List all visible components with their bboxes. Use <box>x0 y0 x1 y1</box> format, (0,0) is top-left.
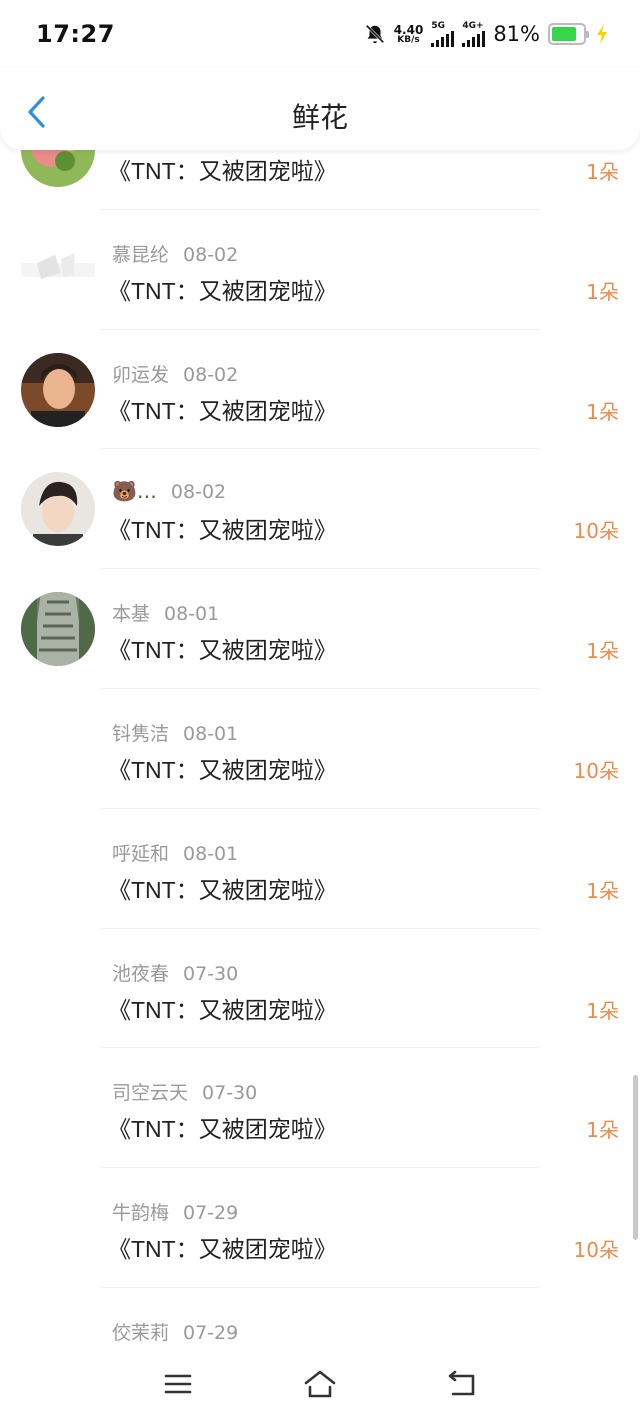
book-title: 《TNT：又被团宠啦》 <box>108 996 337 1023</box>
book-title: 《TNT：又被团宠啦》 <box>108 158 337 184</box>
signal-sim1: 5G <box>431 20 455 47</box>
avatar[interactable] <box>21 472 95 547</box>
item-date: 08-01 <box>183 722 239 745</box>
system-nav-bar <box>0 1352 640 1422</box>
flower-amount: 1朵 <box>586 279 619 304</box>
menu-icon <box>164 1374 192 1394</box>
back-icon <box>448 1370 475 1396</box>
charging-bolt-icon <box>597 24 607 44</box>
item-meta: 慕昆纶 08-02 <box>112 240 238 267</box>
item-meta: 钭隽洁 08-01 <box>112 719 238 746</box>
battery-percent: 81% <box>493 22 540 46</box>
flower-amount: 10朵 <box>573 519 619 544</box>
list-item[interactable]: 慕昆纶 08-02 《TNT：又被团宠啦》 1朵 <box>0 210 640 330</box>
network-speed-value: 4.40 <box>393 22 424 37</box>
status-time: 17:27 <box>36 20 115 48</box>
item-meta: 本基 08-01 <box>112 599 219 626</box>
item-meta: 牛韵梅 07-29 <box>112 1198 238 1225</box>
user-name: 牛韵梅 <box>112 1202 170 1225</box>
user-name: 呼延和 <box>112 842 170 865</box>
avatar[interactable] <box>21 352 95 427</box>
signal-sim2: 4G+ <box>462 20 486 47</box>
item-meta: 呼延和 08-01 <box>112 839 238 866</box>
list-item[interactable]: 呼延和 08-01 《TNT：又被团宠啦》 1朵 <box>0 809 640 929</box>
flower-amount: 1朵 <box>586 639 619 664</box>
book-title: 《TNT：又被团宠啦》 <box>108 277 337 304</box>
user-name: 🐻… <box>112 479 157 504</box>
flower-amount: 1朵 <box>586 399 619 424</box>
item-date: 07-30 <box>183 962 239 985</box>
user-name: 钭隽洁 <box>112 722 170 745</box>
item-meta: 池夜春 07-30 <box>112 959 238 986</box>
flower-list: 《TNT：又被团宠啦》 1朵 慕昆纶 08-02 《TNT：又被团宠啦》 1朵 <box>0 90 640 1408</box>
app-header: 鲜花 <box>0 68 640 150</box>
sim2-tag: 4G+ <box>462 20 484 31</box>
user-name: 卯运发 <box>112 363 170 386</box>
signal-bars-icon <box>431 30 455 47</box>
item-date: 07-29 <box>183 1202 239 1225</box>
user-name: 本基 <box>112 603 151 626</box>
item-date: 08-02 <box>170 481 227 504</box>
battery-icon <box>548 23 589 45</box>
item-meta: 佼茉莉 07-29 <box>112 1318 238 1345</box>
item-date: 08-01 <box>183 842 239 865</box>
item-date: 07-30 <box>202 1082 258 1105</box>
book-title: 《TNT：又被团宠啦》 <box>108 1116 337 1143</box>
book-title: 《TNT：又被团宠啦》 <box>108 756 337 783</box>
item-date: 08-01 <box>164 603 220 626</box>
book-title: 《TNT：又被团宠啦》 <box>108 637 337 664</box>
list-item[interactable]: 池夜春 07-30 《TNT：又被团宠啦》 1朵 <box>0 929 640 1049</box>
list-item[interactable]: 🐻… 08-02 《TNT：又被团宠啦》 10朵 <box>0 449 640 570</box>
network-speed: 4.40 KB/s <box>394 24 424 45</box>
list-item[interactable]: 牛韵梅 07-29 《TNT：又被团宠啦》 10朵 <box>0 1168 640 1288</box>
home-button[interactable] <box>300 1368 340 1400</box>
back-nav-button[interactable] <box>442 1368 482 1400</box>
book-title: 《TNT：又被团宠啦》 <box>108 397 337 424</box>
item-date: 07-29 <box>183 1321 239 1344</box>
bell-muted-icon <box>365 24 384 44</box>
item-meta: 司空云天 07-30 <box>112 1078 257 1105</box>
list-item[interactable]: 钭隽洁 08-01 《TNT：又被团宠啦》 10朵 <box>0 689 640 809</box>
menu-button[interactable] <box>158 1368 198 1400</box>
book-title: 《TNT：又被团宠啦》 <box>108 517 337 544</box>
item-meta: 卯运发 08-02 <box>112 360 238 387</box>
flower-amount: 1朵 <box>586 998 619 1023</box>
item-meta: 🐻… 08-02 <box>112 479 226 503</box>
item-date: 08-02 <box>183 243 239 266</box>
user-name: 司空云天 <box>112 1082 189 1105</box>
status-icons: 4.40 KB/s 5G 4G+ 81% <box>364 20 610 47</box>
item-date: 08-02 <box>183 363 239 386</box>
flower-amount: 10朵 <box>573 1238 619 1263</box>
flower-amount: 1朵 <box>586 160 619 184</box>
flower-amount: 10朵 <box>573 758 619 783</box>
user-name: 佼茉莉 <box>112 1321 170 1344</box>
list-item[interactable]: 卯运发 08-02 《TNT：又被团宠啦》 1朵 <box>0 330 640 450</box>
signal-bars-icon <box>462 30 486 47</box>
sim1-tag: 5G <box>431 20 445 31</box>
list-item[interactable]: 本基 08-01 《TNT：又被团宠啦》 1朵 <box>0 569 640 689</box>
flower-amount: 1朵 <box>586 878 619 903</box>
page-title: 鲜花 <box>291 101 348 134</box>
scrollbar[interactable] <box>633 1075 638 1240</box>
flower-amount: 1朵 <box>586 1118 619 1143</box>
book-title: 《TNT：又被团宠啦》 <box>108 876 337 903</box>
user-name: 池夜春 <box>112 962 170 985</box>
avatar[interactable] <box>21 592 95 667</box>
avatar[interactable] <box>21 233 95 307</box>
user-name: 慕昆纶 <box>112 243 170 266</box>
flowers-page: 17:27 4.40 KB/s 5G 4G+ 81% 鲜花 《TNT：又被团宠啦… <box>0 0 640 1422</box>
home-icon <box>304 1370 336 1398</box>
status-bar: 17:27 4.40 KB/s 5G 4G+ 81% <box>0 0 640 68</box>
network-speed-unit: KB/s <box>397 34 420 45</box>
book-title: 《TNT：又被团宠啦》 <box>108 1236 337 1263</box>
list-item[interactable]: 司空云天 07-30 《TNT：又被团宠啦》 1朵 <box>0 1048 640 1169</box>
